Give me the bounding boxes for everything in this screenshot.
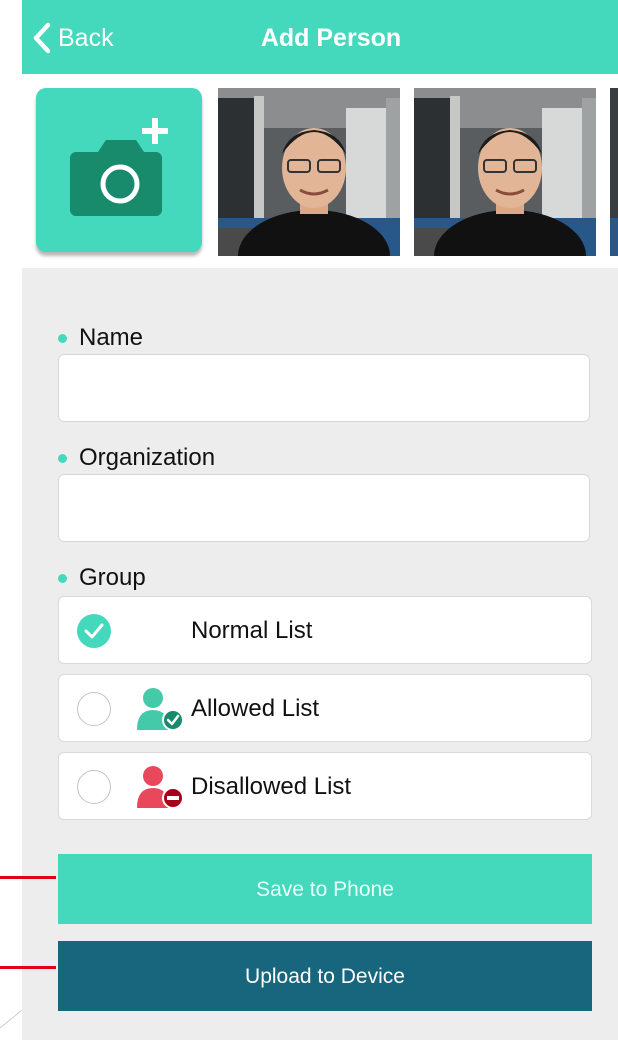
group-option-normal-list[interactable]: Normal List — [58, 596, 592, 664]
add-photo-button[interactable] — [36, 88, 202, 252]
person-photo-thumbnail[interactable] — [610, 88, 618, 256]
bullet-icon — [58, 333, 67, 343]
name-label: Name — [58, 324, 143, 352]
group-option-disallowed-list[interactable]: Disallowed List — [58, 752, 592, 820]
group-option-label: Normal List — [191, 617, 313, 644]
allowed-person-icon — [137, 688, 184, 731]
person-photo-thumbnail[interactable] — [218, 88, 400, 256]
bullet-icon — [58, 573, 67, 583]
callout-line-upload — [0, 966, 56, 969]
group-label: Group — [58, 564, 146, 592]
phone-screen: Back Add Person Name Organization Group … — [22, 0, 618, 1040]
group-option-label: Disallowed List — [191, 773, 352, 800]
page-title: Add Person — [260, 24, 402, 52]
person-photo — [610, 88, 618, 256]
bullet-icon — [58, 453, 67, 463]
organization-label: Organization — [58, 444, 215, 472]
disallowed-person-icon — [137, 766, 184, 809]
group-option-label: Allowed List — [191, 695, 320, 722]
camera-plus-icon — [70, 118, 168, 216]
save-to-phone-button[interactable]: Save to Phone — [58, 854, 592, 924]
name-input[interactable] — [58, 354, 590, 422]
person-photo — [218, 88, 400, 256]
person-photo-thumbnail[interactable] — [414, 88, 596, 256]
radio-unchecked-icon[interactable] — [77, 692, 111, 726]
photo-strip — [22, 74, 618, 268]
radio-checked-icon[interactable] — [77, 614, 111, 648]
navigation-bar: Back Add Person — [22, 0, 618, 74]
group-option-allowed-list[interactable]: Allowed List — [58, 674, 592, 742]
upload-to-device-button[interactable]: Upload to Device — [58, 941, 592, 1011]
person-photo — [414, 88, 596, 256]
radio-unchecked-icon[interactable] — [77, 770, 111, 804]
organization-input[interactable] — [58, 474, 590, 542]
callout-line-save — [0, 876, 56, 879]
